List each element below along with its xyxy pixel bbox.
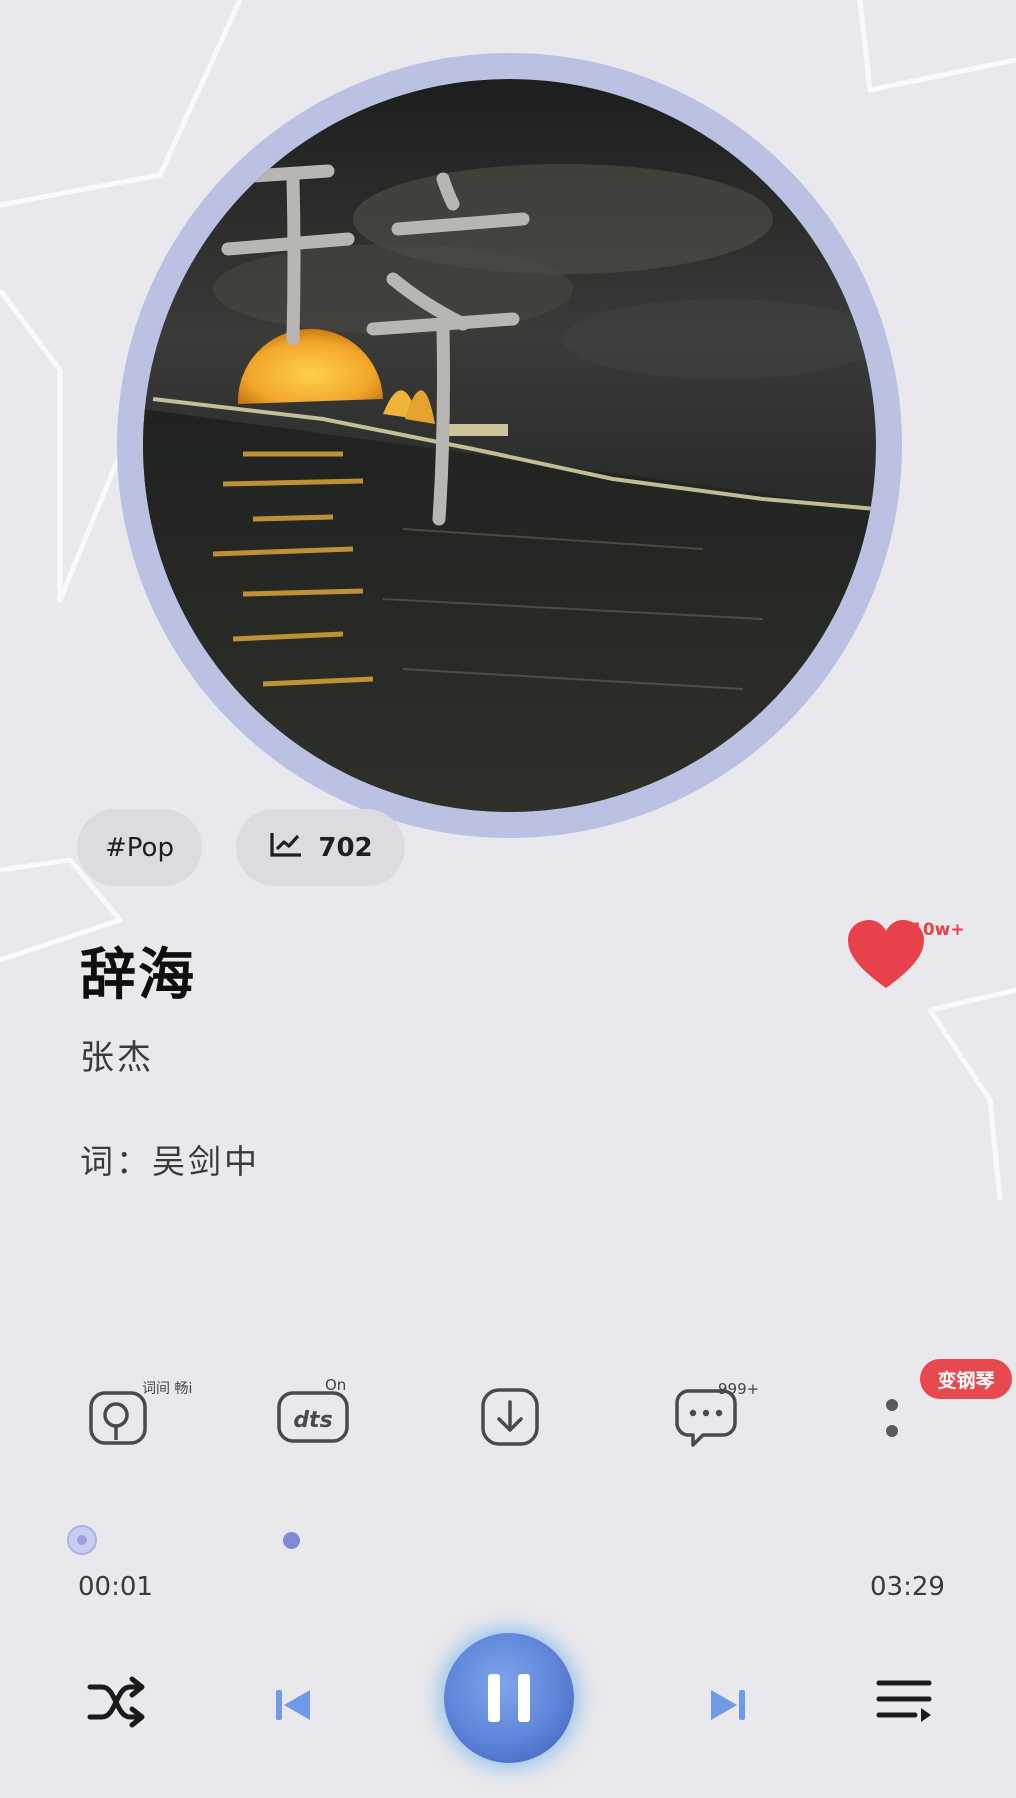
playlist-button[interactable] (870, 1672, 940, 1732)
total-duration: 03:29 (870, 1572, 945, 1602)
lyricist-credit: 词：吴剑中 (80, 1142, 260, 1181)
trend-icon (268, 829, 304, 866)
playlist-icon (876, 1680, 932, 1722)
next-icon (711, 1690, 745, 1720)
song-title: 辞海 (80, 942, 196, 1008)
svg-text:dts: dts (293, 1408, 332, 1433)
progress-bar[interactable] (82, 1537, 940, 1545)
shuffle-icon (87, 1676, 145, 1728)
shuffle-button[interactable] (82, 1672, 152, 1732)
more-button[interactable] (862, 1377, 922, 1457)
prev-icon (276, 1690, 310, 1720)
like-count: 10w+ (911, 920, 965, 940)
artist-name[interactable]: 张杰 (80, 1030, 154, 1079)
next-button[interactable] (703, 1680, 753, 1730)
dts-icon: dts (277, 1391, 349, 1443)
piano-version-badge[interactable]: 变钢琴 (920, 1359, 1012, 1399)
progress-knob[interactable] (67, 1525, 97, 1555)
genre-tag[interactable]: #Pop (77, 809, 202, 886)
play-pause-button[interactable] (444, 1633, 574, 1763)
play-count-tag[interactable]: 702 (236, 809, 405, 886)
comments-count: 999+ (718, 1380, 760, 1398)
pause-icon (488, 1674, 500, 1722)
dts-status: On (325, 1376, 347, 1394)
lyrics-icon (89, 1391, 147, 1445)
genre-tag-label: #Pop (105, 832, 174, 863)
progress-marker (283, 1532, 300, 1549)
album-art[interactable] (143, 79, 876, 812)
lyrics-tag: 词间 畅i (142, 1381, 193, 1397)
download-button[interactable] (470, 1377, 550, 1457)
current-time: 00:01 (78, 1572, 153, 1602)
play-count: 702 (318, 832, 373, 863)
previous-button[interactable] (268, 1680, 318, 1730)
more-icon (886, 1399, 898, 1437)
download-icon (481, 1388, 539, 1446)
